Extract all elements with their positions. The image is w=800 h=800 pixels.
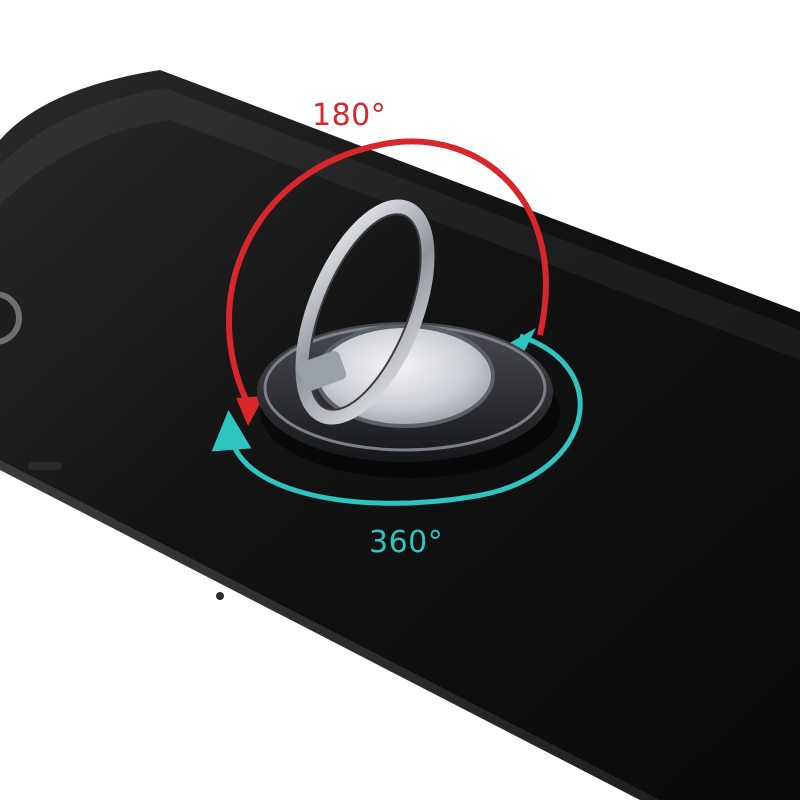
rotation-360-label: 360° [369,525,444,560]
side-hole [216,592,224,600]
rotation-180-label: 180° [312,98,387,133]
side-button [28,462,62,470]
product-scene [0,70,800,800]
